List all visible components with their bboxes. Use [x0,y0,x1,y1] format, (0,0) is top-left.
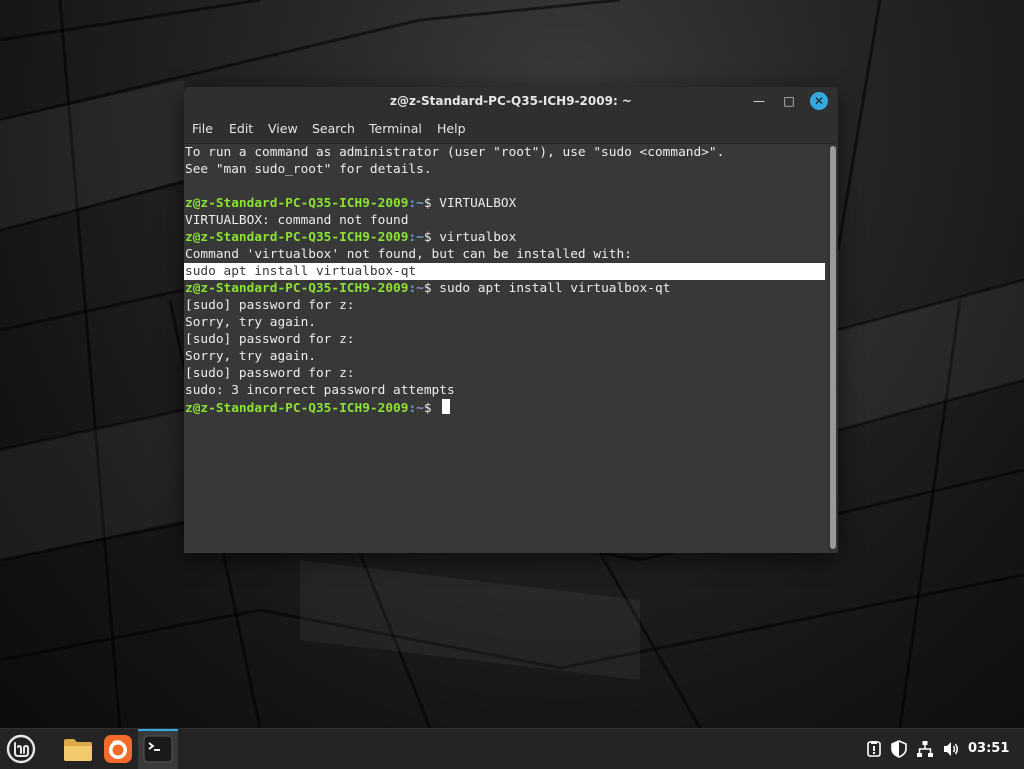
terminal-command: VIRTUALBOX [439,196,517,211]
terminal-selected-line[interactable]: sudo apt install virtualbox-qt [184,263,825,280]
terminal-prompt-line: z@z-Standard-PC-Q35-ICH9-2009:~$ virtual… [185,229,516,246]
prompt-user: z@z-Standard-PC-Q35-ICH9-2009 [185,196,409,211]
terminal-command: sudo apt install virtualbox-qt [439,281,671,296]
prompt-path: :~ [408,230,424,245]
menu-terminal[interactable]: Terminal [369,115,422,143]
terminal-line: sudo: 3 incorrect password attempts [185,383,455,398]
prompt-path: :~ [408,281,424,296]
menu-view[interactable]: View [268,115,298,143]
prompt-symbol: $ [423,196,440,211]
prompt-user: z@z-Standard-PC-Q35-ICH9-2009 [185,281,409,296]
window-titlebar[interactable]: z@z-Standard-PC-Q35-ICH9-2009: ~ — □ ✕ [184,87,838,115]
terminal-line: [sudo] password for z: [185,298,355,313]
terminal-icon[interactable] [142,733,174,765]
files-icon[interactable] [62,733,94,765]
prompt-path: :~ [408,401,424,416]
terminal-line: [sudo] password for z: [185,366,355,381]
menu-edit[interactable]: Edit [229,115,253,143]
terminal-prompt-line: z@z-Standard-PC-Q35-ICH9-2009:~$ VIRTUAL… [185,195,516,212]
terminal-line: See "man sudo_root" for details. [185,162,432,177]
menu-search[interactable]: Search [312,115,355,143]
volume-icon[interactable] [942,740,960,758]
terminal-line: VIRTUALBOX: command not found [185,213,409,228]
terminal-line: To run a command as administrator (user … [185,145,725,160]
terminal-output[interactable]: To run a command as administrator (user … [184,144,828,553]
taskbar-clock[interactable]: 03:51 [968,729,1009,769]
minimize-button[interactable]: — [750,92,768,110]
close-button[interactable]: ✕ [810,92,828,110]
menu-file[interactable]: File [192,115,213,143]
scrollbar-thumb[interactable] [830,146,836,549]
terminal-line: Command 'virtualbox' not found, but can … [185,247,632,262]
terminal-line: [sudo] password for z: [185,332,355,347]
terminal-line: Sorry, try again. [185,315,316,330]
network-icon[interactable] [916,740,934,758]
terminal-line: Sorry, try again. [185,349,316,364]
terminal-scrollbar[interactable] [828,144,838,553]
update-manager-icon[interactable] [865,740,883,758]
prompt-symbol: $ [423,230,440,245]
menu-help[interactable]: Help [437,115,466,143]
window-title: z@z-Standard-PC-Q35-ICH9-2009: ~ [390,94,632,108]
prompt-symbol: $ [423,281,440,296]
firefox-icon[interactable] [102,733,134,765]
prompt-user: z@z-Standard-PC-Q35-ICH9-2009 [185,230,409,245]
prompt-path: :~ [408,196,424,211]
prompt-symbol: $ [423,401,440,416]
maximize-button[interactable]: □ [780,92,798,110]
terminal-prompt-line[interactable]: z@z-Standard-PC-Q35-ICH9-2009:~$ [185,399,451,416]
prompt-user: z@z-Standard-PC-Q35-ICH9-2009 [185,401,409,416]
terminal-prompt-line: z@z-Standard-PC-Q35-ICH9-2009:~$ sudo ap… [185,280,670,297]
shield-icon[interactable] [890,740,908,758]
mint-menu-icon[interactable] [5,733,37,765]
terminal-cursor [442,399,451,414]
terminal-command: virtualbox [439,230,517,245]
taskbar: 03:51 [0,728,1024,769]
terminal-window: z@z-Standard-PC-Q35-ICH9-2009: ~ — □ ✕ F… [184,87,838,553]
menu-bar: File Edit View Search Terminal Help [184,115,838,144]
